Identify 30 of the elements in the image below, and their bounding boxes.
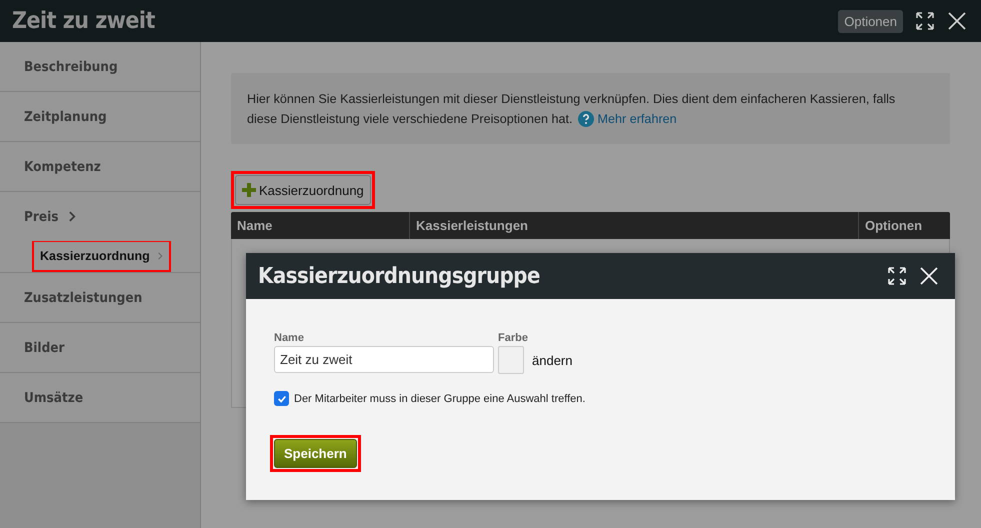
checkbox-label: Der Mitarbeiter muss in dieser Gruppe eine Auswahl treffen.: [294, 392, 586, 404]
sidebar-item[interactable]: Bilder: [0, 323, 200, 373]
help-icon: [578, 111, 594, 127]
chevron-right-icon: [158, 252, 163, 260]
sidebar-item[interactable]: Zeitplanung: [0, 92, 200, 142]
sidebar-item[interactable]: Beschreibung: [0, 42, 200, 92]
sidebar-item[interactable]: Kompetenz: [0, 142, 200, 192]
plus-icon: [242, 183, 256, 197]
change-link[interactable]: ändern: [532, 352, 572, 368]
add-button[interactable]: Kassierzuordnung: [235, 175, 371, 205]
color-swatch[interactable]: [498, 346, 524, 374]
expand-icon[interactable]: [915, 11, 935, 31]
sidebar-item[interactable]: Preis: [0, 192, 200, 241]
sidebar-item[interactable]: Zusatzleistungen: [0, 273, 200, 323]
sidebar-item[interactable]: Umsätze: [0, 373, 200, 423]
close-icon[interactable]: [947, 11, 967, 31]
learn-more-link[interactable]: Mehr erfahren: [598, 109, 677, 129]
options-button[interactable]: Optionen: [838, 10, 903, 32]
field-label: Farbe: [498, 332, 529, 344]
chevron-right-icon: [68, 211, 76, 222]
check-icon: [276, 394, 286, 404]
checkbox[interactable]: [274, 391, 289, 406]
info-text: Hier können Sie Kassierleistungen mit dieser Dienstleistung verknüpfen. Dies dient dem einfacheren Kassieren, falls: [247, 91, 896, 108]
name-field[interactable]: Zeit zu zweit: [274, 346, 494, 373]
dialog-title: Kassierzuordnungsgruppe: [258, 264, 540, 288]
save-button[interactable]: Speichern: [274, 439, 357, 468]
field-label: Name: [274, 332, 305, 344]
column-header: Optionen: [864, 217, 924, 235]
info-text: diese Dienstleistung viele verschiedene Preisoptionen hat.: [247, 111, 573, 128]
window-title: Zeit zu zweit: [12, 8, 155, 34]
